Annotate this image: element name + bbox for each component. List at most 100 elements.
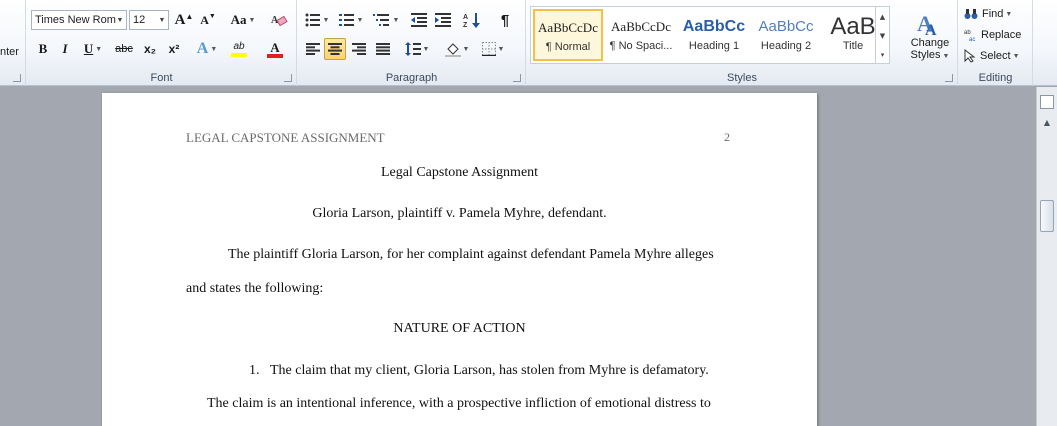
styles-launcher-icon[interactable] xyxy=(945,74,953,82)
replace-label: Replace xyxy=(981,29,1022,41)
font-size-value: 12 xyxy=(133,14,146,26)
paint-bucket-icon xyxy=(444,43,461,57)
bold-button[interactable]: B xyxy=(33,38,53,60)
shrink-font-button[interactable]: A ▼ xyxy=(197,9,219,31)
line-spacing-button[interactable]: ▼ xyxy=(402,38,432,60)
document-title[interactable]: Legal Capstone Assignment xyxy=(102,165,817,181)
borders-button[interactable]: ▼ xyxy=(478,38,508,60)
align-left-icon xyxy=(306,43,320,55)
pilcrow-icon: ¶ xyxy=(500,11,510,29)
strikethrough-icon: abc xyxy=(115,43,133,55)
change-styles-label-2: Styles xyxy=(910,49,941,61)
sort-icon: A Z xyxy=(463,13,480,28)
bullets-button[interactable]: ▼ xyxy=(302,9,332,31)
select-button[interactable]: Select ▼ xyxy=(963,45,1031,67)
bold-icon: B xyxy=(38,41,48,56)
styles-scroll-down-icon[interactable]: ▼ xyxy=(875,26,889,45)
vertical-scrollbar[interactable]: ▲ xyxy=(1036,87,1057,426)
styles-more-icon[interactable]: ▾ xyxy=(875,45,889,64)
italic-button[interactable]: I xyxy=(55,38,75,60)
decrease-indent-button[interactable] xyxy=(408,9,430,31)
clipboard-launcher-icon[interactable] xyxy=(13,74,21,82)
chevron-down-icon[interactable]: ▼ xyxy=(114,11,126,29)
increase-indent-button[interactable] xyxy=(432,9,454,31)
font-color-icon: A xyxy=(270,39,280,55)
paragraph-launcher-icon[interactable] xyxy=(513,74,521,82)
change-styles-label-1: Change xyxy=(910,37,950,49)
format-painter-label-partial[interactable]: nter xyxy=(0,46,19,58)
clear-formatting-button[interactable]: A xyxy=(267,9,291,31)
list-item[interactable]: The claim that my client, Gloria Larson,… xyxy=(270,363,709,379)
font-launcher-icon[interactable] xyxy=(284,74,292,82)
page-number[interactable]: 2 xyxy=(724,130,730,145)
chevron-down-icon[interactable]: ▼ xyxy=(156,11,168,29)
font-color-button[interactable]: A xyxy=(259,38,291,60)
style-normal[interactable]: AaBbCcDc ¶ Normal xyxy=(533,9,603,61)
style-heading-1[interactable]: AaBbCc Heading 1 xyxy=(679,9,749,61)
sort-button[interactable]: A Z xyxy=(460,9,484,31)
style-heading-2[interactable]: AaBbCc Heading 2 xyxy=(751,9,821,61)
running-header[interactable]: LEGAL CAPSTONE ASSIGNMENT xyxy=(186,130,385,146)
paragraph-line[interactable]: The plaintiff Gloria Larson, for her com… xyxy=(228,247,714,263)
superscript-icon: x² xyxy=(168,42,180,56)
find-button[interactable]: Find ▼ xyxy=(963,3,1029,25)
multilevel-list-button[interactable]: ▼ xyxy=(370,9,402,31)
paragraph-group-label: Paragraph xyxy=(385,72,438,84)
numbering-button[interactable]: ▼ xyxy=(336,9,366,31)
shading-button[interactable]: ▼ xyxy=(442,38,472,60)
clipboard-group: nter xyxy=(0,0,26,86)
view-ruler-icon[interactable] xyxy=(1040,95,1054,109)
grow-font-button[interactable]: A ▲ xyxy=(173,9,195,31)
style-label: ¶ Normal xyxy=(545,41,591,53)
text-effects-icon: A xyxy=(196,40,209,57)
paragraph-line[interactable]: and states the following: xyxy=(186,281,323,297)
editing-group: Find ▼ ab ac Replace Select ▼ Editing xyxy=(959,0,1033,86)
style-label: ¶ No Spaci... xyxy=(609,40,673,52)
document-area: LEGAL CAPSTONE ASSIGNMENT 2 Legal Capsto… xyxy=(0,87,1036,426)
style-no-spacing[interactable]: AaBbCcDc ¶ No Spaci... xyxy=(606,9,676,61)
list-number: 1. xyxy=(249,363,260,378)
strikethrough-button[interactable]: abc xyxy=(111,38,137,60)
paragraph-group: ▼ ▼ ▼ A Z ¶ ▼ ▼ ▼ Paragraph xyxy=(298,0,526,86)
align-left-button[interactable] xyxy=(302,38,324,60)
binoculars-icon xyxy=(964,9,978,19)
subscript-button[interactable]: x₂ xyxy=(139,38,161,60)
find-label: Find xyxy=(982,8,1004,20)
style-preview: AaBbCcDc xyxy=(538,20,598,35)
align-right-button[interactable] xyxy=(348,38,370,60)
clear-formatting-icon: A xyxy=(271,15,288,27)
borders-icon xyxy=(481,42,496,56)
style-preview: AaBbCc xyxy=(758,18,814,35)
highlight-button[interactable]: ab xyxy=(223,38,255,60)
font-name-combo[interactable]: Times New Rom ▼ xyxy=(31,10,127,30)
document-page[interactable]: LEGAL CAPSTONE ASSIGNMENT 2 Legal Capsto… xyxy=(102,93,817,426)
superscript-button[interactable]: x² xyxy=(163,38,185,60)
case-caption[interactable]: Gloria Larson, plaintiff v. Pamela Myhre… xyxy=(102,206,817,222)
justify-button[interactable] xyxy=(372,38,394,60)
scroll-up-arrow-icon[interactable]: ▲ xyxy=(1040,115,1054,129)
font-color-swatch xyxy=(267,53,283,58)
align-right-icon xyxy=(352,43,366,55)
align-center-button[interactable] xyxy=(324,38,346,60)
styles-group-label: Styles xyxy=(727,72,757,84)
show-formatting-button[interactable]: ¶ xyxy=(494,9,516,31)
scrollbar-thumb[interactable] xyxy=(1040,200,1054,232)
text-effects-button[interactable]: A ▼ xyxy=(193,38,221,60)
paragraph-line[interactable]: The claim is an intentional inference, w… xyxy=(207,396,711,412)
cursor-arrow-icon xyxy=(964,49,976,63)
style-preview: AaBbCc xyxy=(682,18,746,35)
line-spacing-icon xyxy=(404,42,421,56)
select-label: Select xyxy=(980,50,1011,62)
section-heading[interactable]: NATURE OF ACTION xyxy=(102,321,817,337)
replace-button[interactable]: ab ac Replace xyxy=(963,24,1031,46)
grow-font-icon: A xyxy=(174,11,186,28)
underline-button[interactable]: U ▼ xyxy=(79,38,107,60)
style-label: Heading 1 xyxy=(688,40,740,52)
change-case-button[interactable]: Aa ▼ xyxy=(227,9,259,31)
decrease-indent-icon xyxy=(411,13,427,27)
font-size-combo[interactable]: 12 ▼ xyxy=(129,10,169,30)
change-styles-button[interactable]: A A Change Styles ▼ xyxy=(906,4,954,66)
align-center-icon xyxy=(328,43,342,55)
styles-scroll-up-icon[interactable]: ▲ xyxy=(875,7,889,26)
highlight-icon: ab xyxy=(233,41,245,52)
